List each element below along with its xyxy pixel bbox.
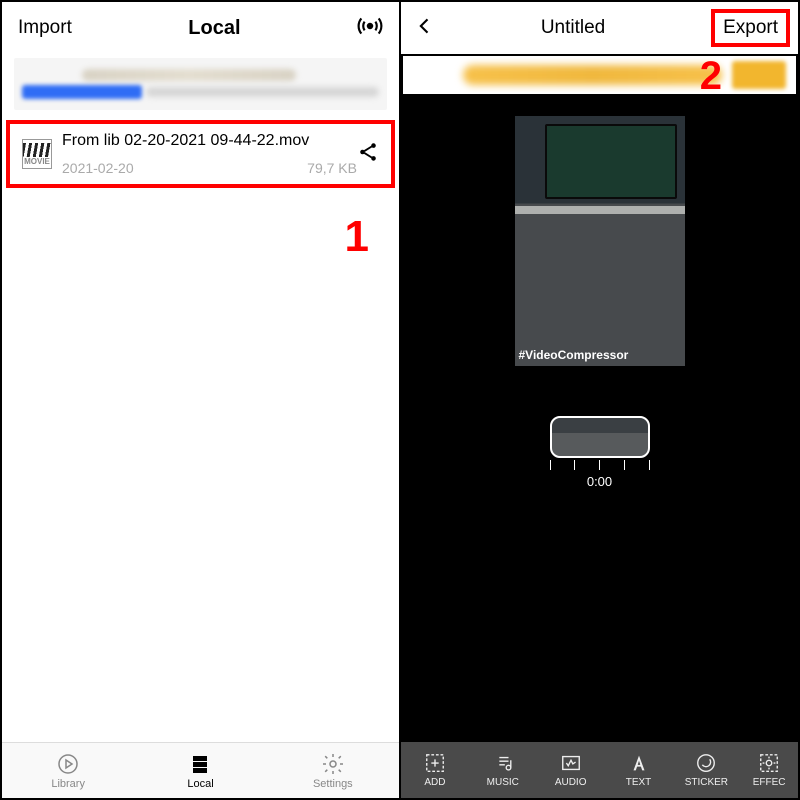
header-left: Import Local [2,2,399,54]
timeline[interactable]: 0:00 [550,416,650,489]
editor-toolbar: ADD MUSIC AUDIO TEXT STICKER EFFEC [401,742,798,798]
back-icon[interactable] [415,16,435,41]
video-canvas[interactable]: #VideoCompressor 0:00 [401,96,798,798]
header-right: Untitled Export [401,2,798,54]
project-title: Untitled [541,17,605,39]
tab-settings[interactable]: Settings [267,743,399,798]
file-name: From lib 02-20-2021 09-44-22.mov [62,132,357,150]
promo-banner[interactable]: 2 [401,54,798,96]
tab-local[interactable]: Local [134,743,266,798]
local-files-screen: Import Local MOVIE From lib 02-20-2021 0… [2,2,401,798]
import-button[interactable]: Import [18,17,72,39]
broadcast-icon[interactable] [357,13,383,44]
blurred-item [14,58,387,110]
video-preview: #VideoCompressor [515,116,685,366]
editor-screen: Untitled Export 2 #VideoCompressor 0:00 … [401,2,798,798]
file-size: 79,7 KB [307,160,357,176]
annotation-marker-1: 1 [345,212,369,262]
file-date: 2021-02-20 [62,160,134,176]
file-meta: From lib 02-20-2021 09-44-22.mov 2021-02… [62,132,357,176]
tool-add[interactable]: ADD [401,742,469,798]
watermark-text: #VideoCompressor [519,348,629,362]
share-icon[interactable] [357,141,379,168]
tool-effect[interactable]: EFFEC [740,742,798,798]
tool-text[interactable]: TEXT [605,742,673,798]
timeline-clip-thumb[interactable] [550,416,650,458]
tool-music[interactable]: MUSIC [469,742,537,798]
timeline-time: 0:00 [550,474,650,489]
tab-library[interactable]: Library [2,743,134,798]
screen-title-local: Local [188,17,240,40]
tool-audio[interactable]: AUDIO [537,742,605,798]
export-button[interactable]: Export [711,9,790,47]
annotation-marker-2: 2 [700,54,722,99]
bottom-tabbar: Library Local Settings [2,742,399,798]
file-row[interactable]: MOVIE From lib 02-20-2021 09-44-22.mov 2… [6,120,395,188]
movie-thumb-icon: MOVIE [22,139,52,169]
tool-sticker[interactable]: STICKER [672,742,740,798]
